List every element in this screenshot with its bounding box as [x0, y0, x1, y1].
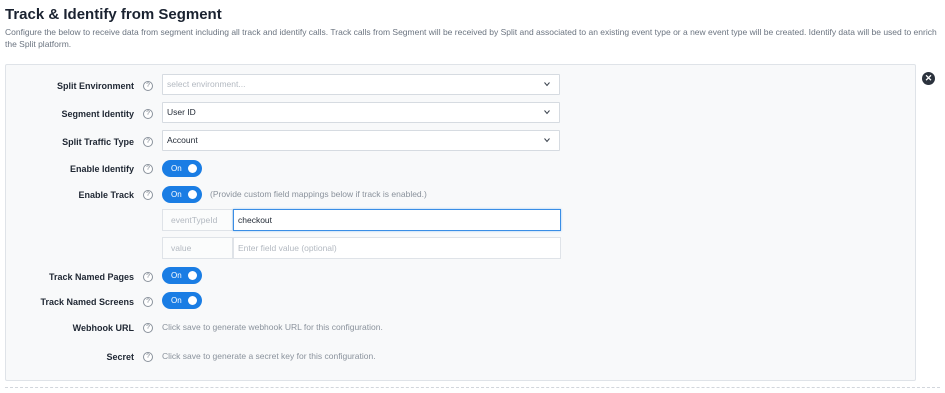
enable-identify-toggle[interactable]: On	[162, 160, 202, 177]
enable-identify-label: Enable Identify	[69, 164, 134, 174]
toggle-knob	[188, 164, 197, 173]
mapping-key-field[interactable]: eventTypeId	[162, 209, 233, 231]
split-traffic-type-label: Split Traffic Type	[62, 137, 134, 147]
track-named-pages-toggle[interactable]: On	[162, 267, 202, 284]
track-named-screens-toggle[interactable]: On	[162, 292, 202, 309]
mapping-key-field[interactable]: value	[162, 237, 233, 259]
track-named-pages-label: Track Named Pages	[48, 272, 134, 282]
split-traffic-type-value: Account	[167, 135, 198, 145]
help-icon[interactable]: ?	[143, 352, 153, 362]
chevron-down-icon	[544, 110, 550, 115]
help-icon[interactable]: ?	[143, 81, 153, 91]
track-named-screens-label: Track Named Screens	[40, 297, 134, 307]
split-environment-placeholder: select environment...	[167, 79, 246, 89]
close-icon[interactable]: ✕	[922, 72, 935, 85]
toggle-knob	[188, 190, 197, 199]
field-mapping-row: value Enter field value (optional)	[162, 237, 561, 259]
enable-track-toggle[interactable]: On	[162, 186, 202, 203]
toggle-knob	[188, 271, 197, 280]
help-icon[interactable]: ?	[143, 164, 153, 174]
help-icon[interactable]: ?	[143, 272, 153, 282]
enable-track-label: Enable Track	[78, 190, 134, 200]
help-icon[interactable]: ?	[143, 297, 153, 307]
help-icon[interactable]: ?	[143, 190, 153, 200]
toggle-state-text: On	[171, 296, 182, 305]
toggle-state-text: On	[171, 190, 182, 199]
secret-note: Click save to generate a secret key for …	[162, 351, 376, 361]
mapping-value-input[interactable]: checkout	[233, 209, 561, 231]
page-title: Track & Identify from Segment	[5, 6, 222, 23]
segment-identity-label: Segment Identity	[61, 109, 134, 119]
toggle-state-text: On	[171, 271, 182, 280]
segment-identity-select[interactable]: User ID	[162, 102, 560, 123]
help-icon[interactable]: ?	[143, 137, 153, 147]
webhook-url-note: Click save to generate webhook URL for t…	[162, 322, 383, 332]
field-mapping-row: eventTypeId checkout	[162, 209, 561, 231]
split-traffic-type-select[interactable]: Account	[162, 130, 560, 151]
split-environment-select[interactable]: select environment...	[162, 74, 560, 95]
help-icon[interactable]: ?	[143, 323, 153, 333]
page-description: Configure the below to receive data from…	[5, 27, 937, 49]
enable-track-note: (Provide custom field mappings below if …	[210, 189, 427, 199]
section-divider	[5, 387, 940, 388]
secret-label: Secret	[106, 352, 134, 362]
split-environment-label: Split Environment	[56, 81, 134, 91]
chevron-down-icon	[544, 82, 550, 87]
chevron-down-icon	[544, 138, 550, 143]
webhook-url-label: Webhook URL	[72, 323, 134, 333]
mapping-value-input[interactable]: Enter field value (optional)	[233, 237, 561, 259]
toggle-knob	[188, 296, 197, 305]
toggle-state-text: On	[171, 164, 182, 173]
segment-identity-value: User ID	[167, 107, 196, 117]
help-icon[interactable]: ?	[143, 109, 153, 119]
